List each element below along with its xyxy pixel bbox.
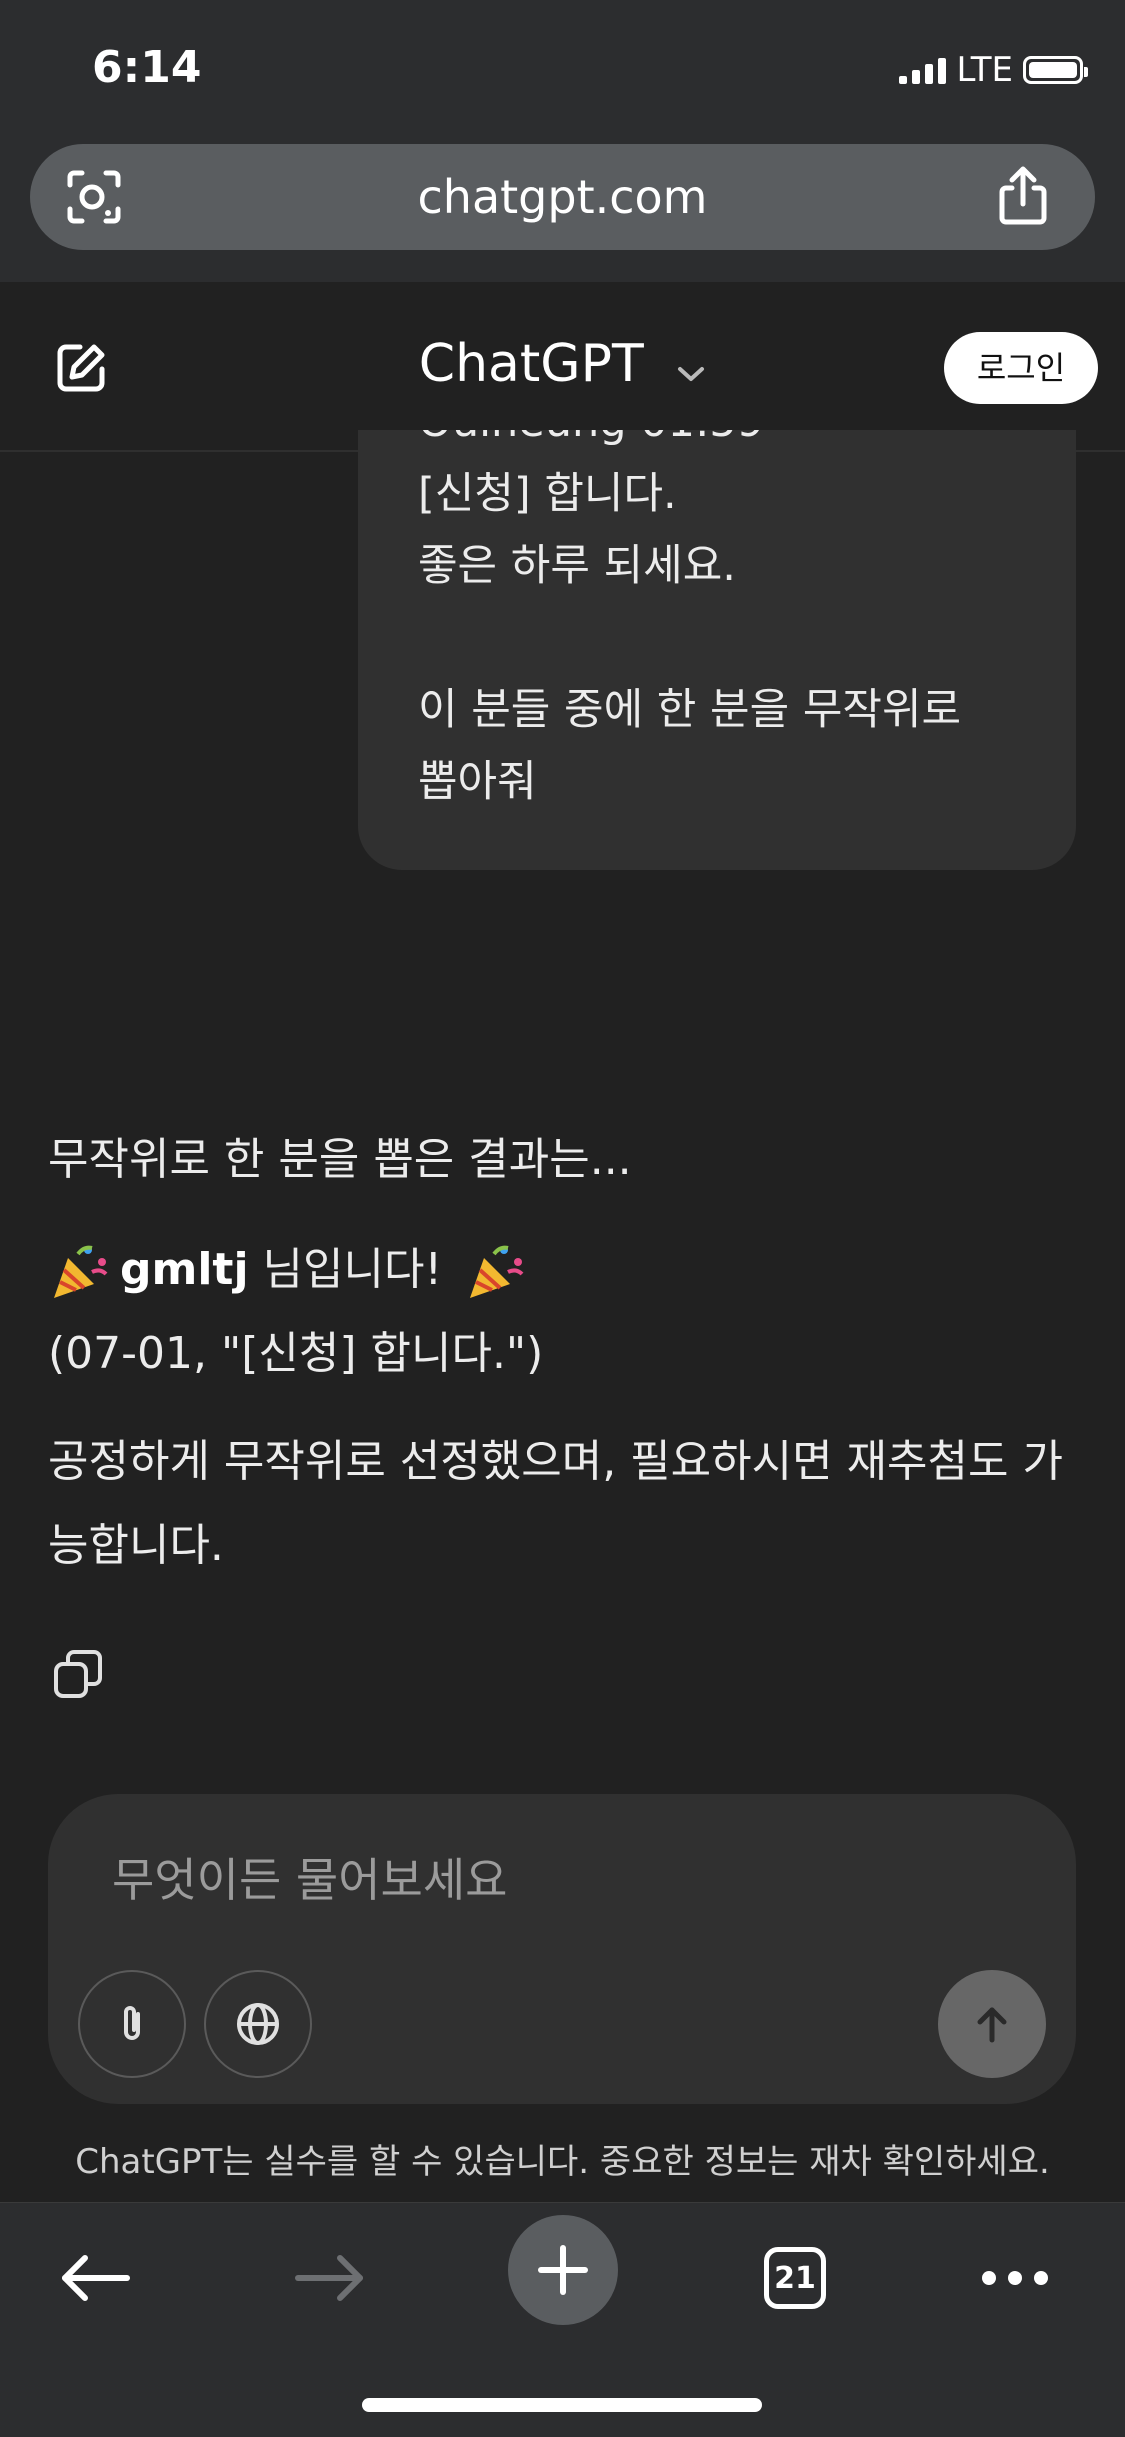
battery-icon <box>1023 56 1088 84</box>
tab-count: 21 <box>764 2247 826 2309</box>
web-search-button[interactable] <box>204 1970 312 2078</box>
home-indicator <box>362 2398 762 2412</box>
assistant-winner-line: gmltj 님입니다! <box>48 1228 536 1312</box>
party-popper-icon <box>48 1240 112 1304</box>
winner-name: gmltj <box>120 1244 249 1295</box>
send-button[interactable] <box>938 1970 1046 2078</box>
more-icon <box>982 2271 1048 2285</box>
arrow-up-icon <box>977 2007 1007 2043</box>
user-message-text: Ouineung 01:59 [신청] 합니다. 좋은 하루 되세요. 이 분들… <box>418 430 962 807</box>
message-input[interactable] <box>110 1844 994 1916</box>
attach-button[interactable] <box>78 1970 186 2078</box>
chevron-down-icon <box>676 337 706 397</box>
url-text[interactable]: chatgpt.com <box>30 144 1095 250</box>
signal-icon <box>899 56 947 84</box>
assistant-intro: 무작위로 한 분을 뽑은 결과는... <box>48 1134 632 1185</box>
plus-icon <box>538 2245 588 2295</box>
tabs-button[interactable]: 21 <box>740 2223 850 2333</box>
globe-icon <box>237 2003 279 2045</box>
message-composer <box>48 1794 1076 2104</box>
status-time: 6:14 <box>92 42 202 93</box>
address-bar[interactable]: chatgpt.com <box>30 144 1095 250</box>
new-tab-button[interactable] <box>508 2215 618 2325</box>
assistant-closing: 공정하게 무작위로 선정했으며, 필요하시면 재추첨도 가능합니다. <box>48 1436 1063 1571</box>
winner-detail: (07-01, "[신청] 합니다.") <box>48 1328 544 1379</box>
share-icon[interactable] <box>990 164 1056 230</box>
forward-button[interactable] <box>275 2223 385 2333</box>
back-button[interactable] <box>40 2223 150 2333</box>
party-popper-icon <box>464 1240 528 1304</box>
model-name[interactable]: ChatGPT <box>419 334 644 394</box>
winner-suffix: 님입니다! <box>248 1244 443 1295</box>
arrow-left-icon <box>62 2255 130 2301</box>
browser-top-chrome: 6:14 LTE chatgpt.com <box>0 0 1125 282</box>
status-indicators: LTE <box>899 50 1088 90</box>
chat-header: ChatGPT 로그인 <box>0 282 1125 452</box>
more-button[interactable] <box>960 2223 1070 2333</box>
paperclip-icon <box>124 2006 140 2040</box>
disclaimer-text: ChatGPT는 실수를 할 수 있습니다. 중요한 정보는 재차 확인하세요. <box>75 2142 1050 2182</box>
arrow-right-icon <box>295 2255 363 2301</box>
network-label: LTE <box>956 50 1013 90</box>
copy-icon[interactable] <box>52 1648 104 1700</box>
user-message-bubble: Ouineung 01:59 [신청] 합니다. 좋은 하루 되세요. 이 분들… <box>358 430 1076 870</box>
login-button[interactable]: 로그인 <box>944 332 1098 404</box>
camera-search-icon[interactable] <box>64 167 124 227</box>
